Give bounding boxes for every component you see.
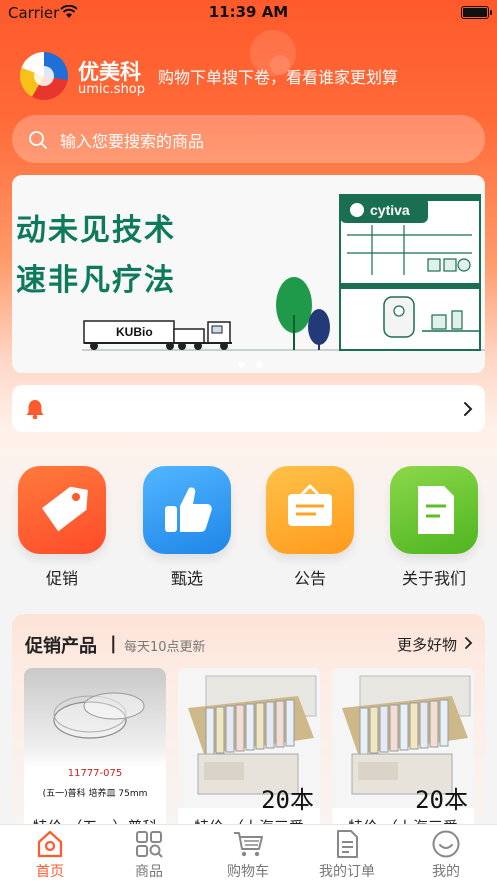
category-selection[interactable]: 甄选 bbox=[143, 466, 231, 589]
product-spec: (五一)普科 培养皿 75mm bbox=[42, 789, 148, 799]
notice-bar[interactable] bbox=[12, 385, 485, 432]
bell-icon bbox=[26, 400, 44, 420]
app-header: 优美科 umic.shop 购物下单搜下卷，看看谁家更划算 bbox=[20, 52, 480, 102]
document-icon bbox=[418, 486, 454, 534]
chevron-right-icon[interactable] bbox=[464, 636, 473, 650]
category-label: 促销 bbox=[45, 569, 78, 588]
tab-cart[interactable]: 购物车 bbox=[208, 829, 288, 881]
product-code: 11777-075 bbox=[67, 768, 123, 779]
category-label: 甄选 bbox=[170, 569, 203, 588]
tab-label: 商品 bbox=[135, 864, 163, 880]
brand-logo-icon bbox=[20, 52, 68, 100]
title-separator: | bbox=[110, 633, 117, 654]
quantity-badge: 20本 bbox=[261, 786, 314, 814]
category-promotion[interactable]: 促销 bbox=[18, 466, 106, 589]
product-image: 11777-075 (五一)普科 培养皿 75mm bbox=[24, 668, 166, 808]
grid-search-icon bbox=[136, 831, 163, 858]
thumbs-up-icon bbox=[165, 487, 212, 532]
notice-board-icon bbox=[288, 484, 332, 526]
tab-products[interactable]: 商品 bbox=[109, 829, 189, 881]
section-title: 促销产品 bbox=[25, 636, 97, 657]
brand-domain: umic.shop bbox=[78, 82, 146, 97]
tab-label: 我的 bbox=[432, 864, 460, 880]
battery-icon bbox=[461, 6, 492, 19]
carousel-dot[interactable] bbox=[256, 361, 264, 368]
category-tile[interactable] bbox=[266, 466, 354, 554]
tab-orders[interactable]: 我的订单 bbox=[307, 829, 387, 881]
chevron-right-icon bbox=[464, 402, 473, 416]
banner-headline-2: 速非凡疗法 bbox=[16, 263, 176, 298]
product-image: 20本 bbox=[332, 668, 474, 814]
category-tile[interactable] bbox=[390, 466, 478, 554]
section-subtitle: 每天10点更新 bbox=[124, 640, 206, 655]
status-bar: Carrier 11:39 AM bbox=[0, 0, 497, 28]
tab-home[interactable]: 首页 bbox=[10, 829, 90, 881]
search-placeholder: 输入您要搜索的商品 bbox=[60, 132, 205, 151]
promo-banner[interactable]: 动未见技术 速非凡疗法 cytiva KUBio bbox=[12, 175, 485, 373]
home-icon bbox=[37, 830, 63, 858]
clock: 11:39 AM bbox=[208, 3, 289, 21]
petri-dish-image bbox=[53, 692, 145, 739]
tab-label: 首页 bbox=[36, 864, 64, 880]
promotion-section: 促销产品 | 每天10点更新 更多好物 11777-075 (五一)普科 培养皿… bbox=[12, 614, 485, 829]
banner-brand-label: cytiva bbox=[370, 202, 410, 218]
product-card[interactable]: 20本 特价 （上海三爱 bbox=[178, 668, 320, 829]
carousel-dot[interactable] bbox=[238, 361, 245, 368]
category-tile[interactable] bbox=[18, 466, 106, 554]
category-label: 关于我们 bbox=[401, 569, 466, 588]
carousel-indicator[interactable] bbox=[238, 353, 269, 372]
order-icon bbox=[337, 830, 358, 858]
smile-icon bbox=[432, 830, 460, 858]
cart-icon bbox=[234, 832, 263, 857]
tab-label: 购物车 bbox=[227, 864, 269, 880]
category-label: 公告 bbox=[293, 569, 326, 588]
more-products-link[interactable]: 更多好物 bbox=[397, 634, 457, 655]
bottom-tab-bar: 首页 商品 购物车 我的订单 我的 bbox=[0, 824, 497, 883]
quantity-badge: 20本 bbox=[415, 786, 468, 814]
category-announcement[interactable]: 公告 bbox=[266, 466, 354, 589]
product-image: 20本 bbox=[178, 668, 320, 814]
tab-label: 我的订单 bbox=[319, 864, 375, 880]
product-card[interactable]: 20本 特价 （上海三爱 bbox=[332, 668, 474, 829]
banner-headline-1: 动未见技术 bbox=[16, 213, 176, 248]
tab-profile[interactable]: 我的 bbox=[406, 829, 486, 881]
category-about-us[interactable]: 关于我们 bbox=[390, 466, 478, 589]
search-icon bbox=[29, 131, 47, 149]
search-bar[interactable]: 输入您要搜索的商品 bbox=[12, 115, 485, 163]
tag-icon bbox=[41, 486, 88, 532]
product-card[interactable]: 11777-075 (五一)普科 培养皿 75mm 特价 （五一）普科 bbox=[24, 668, 166, 829]
header-slogan: 购物下单搜下卷，看看谁家更划算 bbox=[158, 68, 399, 87]
category-tile[interactable] bbox=[143, 466, 231, 554]
banner-truck-label: KUBio bbox=[116, 325, 153, 339]
